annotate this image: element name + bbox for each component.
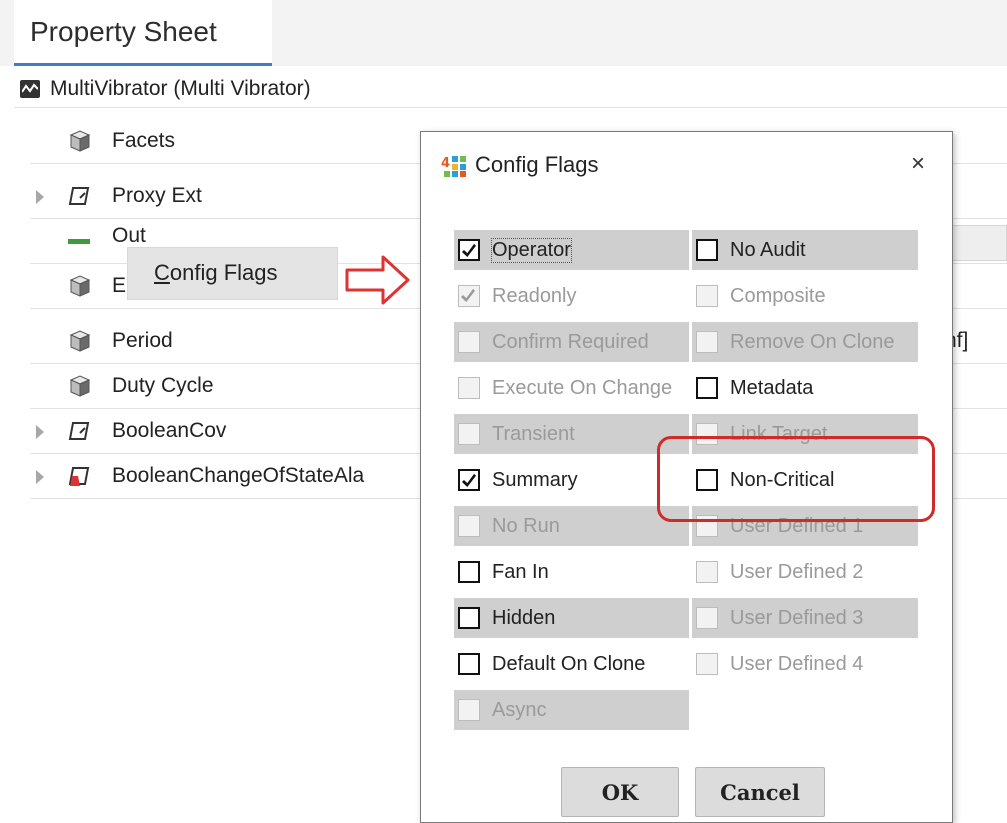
tree-row-label: BooleanCov [112,419,227,442]
checkbox-confirm-required [458,331,480,353]
checkbox-default-on-clone[interactable] [458,653,480,675]
flag-label: Remove On Clone [730,330,895,353]
dialog-title: Config Flags [475,152,599,177]
flag-label: Execute On Change [492,376,673,399]
flag-composite: Composite [692,276,918,316]
tree-row-label: Proxy Ext [112,184,202,207]
cube-icon [69,330,91,352]
flag-user-defined-4: User Defined 4 [692,644,918,684]
checkbox-no-run [458,515,480,537]
checkbox-user-defined-2 [696,561,718,583]
config-flags-app-icon: 4 [441,156,466,177]
checkbox-fan-in[interactable] [458,561,480,583]
flag-label: User Defined 4 [730,652,864,675]
extension-icon [68,422,90,440]
flag-readonly: Readonly [454,276,689,316]
flag-label: No Audit [730,238,806,261]
tree-row-label: Facets [112,129,176,152]
red-arrow-annotation [345,255,410,305]
cancel-button[interactable]: Cancel [695,767,825,817]
flag-transient: Transient [454,414,689,454]
checkbox-transient [458,423,480,445]
menu-mnemonic: C [154,260,170,285]
checkbox-operator[interactable] [458,239,480,261]
checkbox-execute-on-change [458,377,480,399]
tab-strip: Property Sheet [0,0,1007,66]
close-icon[interactable]: × [911,150,925,178]
tree-row-label: Period [112,329,173,352]
flag-default-on-clone[interactable]: Default On Clone [454,644,689,684]
tree-row-label: Out [112,224,146,247]
flag-label: Summary [492,468,578,491]
flag-label: Transient [492,422,575,445]
boolean-bar-icon [68,239,90,244]
flag-label: Readonly [492,284,577,307]
flag-label: Metadata [730,376,814,399]
cube-icon [69,375,91,397]
tree-row-label: Duty Cycle [112,374,214,397]
flag-user-defined-2: User Defined 2 [692,552,918,592]
tree-root-label: MultiVibrator (Multi Vibrator) [50,77,311,100]
cube-icon [69,130,91,152]
tree-root-row[interactable]: MultiVibrator (Multi Vibrator) [14,72,1007,108]
flag-label: Composite [730,284,826,307]
flag-label: Async [492,698,547,721]
flag-remove-on-clone: Remove On Clone [692,322,918,362]
flag-label: Confirm Required [492,330,649,353]
checkbox-hidden[interactable] [458,607,480,629]
checkbox-no-audit[interactable] [696,239,718,261]
flag-metadata[interactable]: Metadata [692,368,918,408]
highlight-annotation [657,436,935,522]
flag-label: Operator [491,237,572,263]
tab-property-sheet[interactable]: Property Sheet [14,0,272,66]
waveform-icon [20,80,40,98]
expand-arrow-icon[interactable] [36,470,44,484]
tree-row-label: BooleanChangeOfStateAla [112,464,365,487]
flag-confirm-required: Confirm Required [454,322,689,362]
flag-label: Default On Clone [492,652,646,675]
checkbox-remove-on-clone [696,331,718,353]
flag-label: User Defined 2 [730,560,864,583]
checkbox-async [458,699,480,721]
checkbox-composite [696,285,718,307]
context-menu: Config Flags [128,248,337,299]
flag-hidden[interactable]: Hidden [454,598,689,638]
flag-label: Fan In [492,560,549,583]
checkbox-user-defined-4 [696,653,718,675]
flag-label: Hidden [492,606,556,629]
checkbox-metadata[interactable] [696,377,718,399]
flag-operator[interactable]: Operator [454,230,689,270]
proxy-ext-icon [68,187,90,205]
svg-text:4: 4 [441,156,450,171]
flag-execute-on-change: Execute On Change [454,368,689,408]
flag-label: User Defined 3 [730,606,864,629]
flag-summary[interactable]: Summary [454,460,689,500]
alarm-extension-icon [68,467,90,486]
checkbox-readonly [458,285,480,307]
checkbox-user-defined-3 [696,607,718,629]
flag-user-defined-3: User Defined 3 [692,598,918,638]
flag-fan-in[interactable]: Fan In [454,552,689,592]
checkbox-summary[interactable] [458,469,480,491]
context-menu-item-config-flags[interactable]: Config Flags [154,260,278,286]
tab-title: Property Sheet [30,16,217,47]
menu-label-rest: onfig Flags [169,260,278,285]
ok-button[interactable]: OK [561,767,679,817]
flag-no-audit[interactable]: No Audit [692,230,918,270]
expand-arrow-icon[interactable] [36,425,44,439]
flag-async: Async [454,690,689,730]
expand-arrow-icon[interactable] [36,190,44,204]
cube-icon [69,275,91,297]
flag-no-run: No Run [454,506,689,546]
flag-label: No Run [492,514,560,537]
